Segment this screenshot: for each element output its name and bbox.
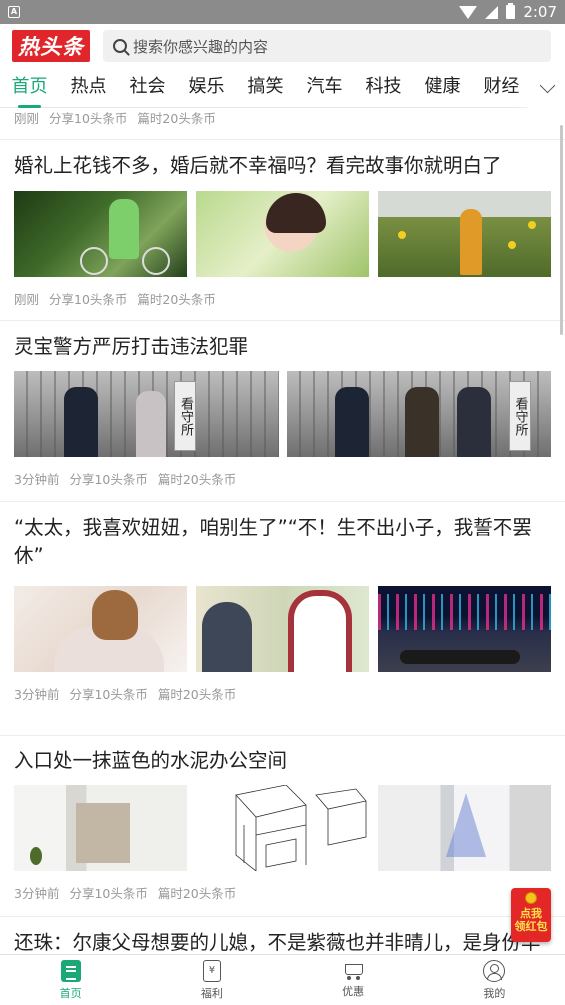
red-packet-button[interactable]: 点我 领红包: [511, 888, 551, 942]
tabs-expand-button[interactable]: [529, 68, 565, 108]
tab-tech[interactable]: 科技: [354, 68, 413, 108]
tab-health[interactable]: 健康: [413, 68, 472, 108]
meta-reward: 篇时20头条币: [137, 292, 216, 307]
article-title: 灵宝警方严厉打击违法犯罪: [14, 335, 249, 358]
sign-text: 看守所: [508, 381, 531, 451]
meta-reward: 篇时20头条币: [157, 886, 237, 901]
article-images: 看守所 看守所: [0, 371, 565, 457]
article-meta: 3分钟前 分享10头条币 篇时20头条币: [0, 883, 565, 902]
article-card[interactable]: 还珠：尔康父母想要的儿媳，不是紫薇也并非晴儿，是身份毕: [0, 916, 565, 954]
article-thumbnail[interactable]: 看守所: [286, 371, 551, 457]
sign-text: 看守所: [174, 381, 196, 451]
tab-auto[interactable]: 汽车: [295, 68, 354, 108]
gift-icon: ¥: [202, 959, 221, 982]
nav-welfare[interactable]: ¥ 福利: [141, 955, 282, 1005]
meta-time: 刚刚: [14, 292, 40, 307]
signal-icon: [485, 5, 499, 19]
chevron-down-icon: [539, 77, 555, 93]
meta-share: 分享10头条币: [69, 886, 148, 901]
search-bar[interactable]: 搜索你感兴趣的内容: [103, 30, 551, 62]
article-thumbnail[interactable]: [378, 586, 551, 672]
article-card[interactable]: 入口处一抹蓝色的水泥办公空间 3分钟前 分享10头条币 篇时20头条币: [0, 735, 565, 915]
meta-share: 分享10头条币: [69, 687, 148, 702]
article-thumbnail[interactable]: [14, 785, 187, 871]
tab-home[interactable]: 首页: [0, 68, 59, 108]
article-thumbnail[interactable]: [378, 191, 551, 277]
article-images: [0, 191, 565, 277]
tab-hot[interactable]: 热点: [59, 68, 118, 108]
meta-time: 3分钟前: [14, 886, 60, 901]
red-packet-line2: 领红包: [514, 920, 548, 933]
article-meta: 刚刚 分享10头条币 篇时20头条币: [0, 289, 565, 308]
battery-icon: [506, 3, 516, 19]
article-card[interactable]: “太太，我喜欢妞妞，咱别生了”“不！生不出小子，我誓不罢休” 3分钟前 分享10…: [0, 501, 565, 734]
meta-reward: 篇时20头条币: [157, 472, 237, 487]
article-card[interactable]: 婚礼上花钱不多，婚后就不幸福吗？看完故事你就明白了 刚刚 分享10头条币 篇时2…: [0, 139, 565, 319]
nav-label: 首页: [59, 986, 82, 1000]
article-title: 婚礼上花钱不多，婚后就不幸福吗？看完故事你就明白了: [14, 154, 502, 177]
bottom-navigation: 首页 ¥ 福利 优惠 我的: [0, 954, 565, 1005]
news-feed[interactable]: 刚刚 分享10头条币 篇时20头条币 婚礼上花钱不多，婚后就不幸福吗？看完故事你…: [0, 108, 565, 954]
meta-reward: 篇时20头条币: [137, 111, 216, 126]
app-logo[interactable]: 热头条: [12, 30, 90, 62]
article-thumbnail[interactable]: [196, 785, 369, 871]
article-thumbnail[interactable]: [196, 586, 369, 672]
status-bar: A 2:07: [0, 0, 565, 24]
nav-profile[interactable]: 我的: [424, 955, 565, 1005]
home-icon: [60, 959, 81, 982]
tab-entertainment[interactable]: 娱乐: [177, 68, 236, 108]
app-header: 热头条 搜索你感兴趣的内容: [0, 24, 565, 68]
nav-label: 福利: [200, 986, 223, 1000]
article-images: [0, 785, 565, 871]
status-time: 2:07: [523, 3, 557, 21]
meta-reward: 篇时20头条币: [157, 687, 237, 702]
nav-label: 我的: [483, 986, 506, 1000]
meta-share: 分享10头条币: [69, 472, 148, 487]
article-card[interactable]: 灵宝警方严厉打击违法犯罪 看守所 看守所 3分钟前 分享10头条币 篇时20头条…: [0, 320, 565, 500]
article-thumbnail[interactable]: [196, 191, 369, 277]
search-placeholder: 搜索你感兴趣的内容: [133, 37, 269, 56]
meta-share: 分享10头条币: [49, 292, 128, 307]
article-thumbnail[interactable]: [14, 191, 187, 277]
tab-finance[interactable]: 财经: [472, 68, 531, 108]
article-meta: 刚刚 分享10头条币 篇时20头条币: [0, 108, 216, 127]
article-title: “太太，我喜欢妞妞，咱别生了”“不！生不出小子，我誓不罢休”: [14, 516, 532, 567]
article-thumbnail[interactable]: [378, 785, 551, 871]
article-thumbnail[interactable]: 看守所: [14, 371, 279, 457]
meta-share: 分享10头条币: [49, 111, 128, 126]
meta-time: 刚刚: [14, 111, 40, 126]
nav-deals[interactable]: 优惠: [283, 955, 424, 1005]
article-title: 入口处一抹蓝色的水泥办公空间: [14, 749, 288, 772]
scrollbar[interactable]: [560, 125, 563, 335]
meta-time: 3分钟前: [14, 472, 60, 487]
tab-society[interactable]: 社会: [118, 68, 177, 108]
nav-home[interactable]: 首页: [0, 955, 141, 1005]
tab-funny[interactable]: 搞笑: [236, 68, 295, 108]
coin-icon: [525, 892, 537, 904]
article-meta: 3分钟前 分享10头条币 篇时20头条币: [0, 684, 565, 703]
category-tabs: 首页 热点 社会 娱乐 搞笑 汽车 科技 健康 财经: [0, 68, 565, 108]
article-title: 还珠：尔康父母想要的儿媳，不是紫薇也并非晴儿，是身份毕: [14, 931, 541, 954]
cart-icon: [342, 962, 364, 980]
nav-label: 优惠: [342, 984, 365, 998]
article-meta: 3分钟前 分享10头条币 篇时20头条币: [0, 469, 565, 488]
article-thumbnail[interactable]: [14, 586, 187, 672]
wifi-icon: [459, 5, 478, 19]
notification-icon: A: [8, 6, 20, 18]
article-images: [0, 586, 565, 672]
search-icon: [113, 39, 127, 53]
user-icon: [483, 959, 506, 982]
meta-time: 3分钟前: [14, 687, 60, 702]
red-packet-line1: 点我: [520, 907, 542, 920]
